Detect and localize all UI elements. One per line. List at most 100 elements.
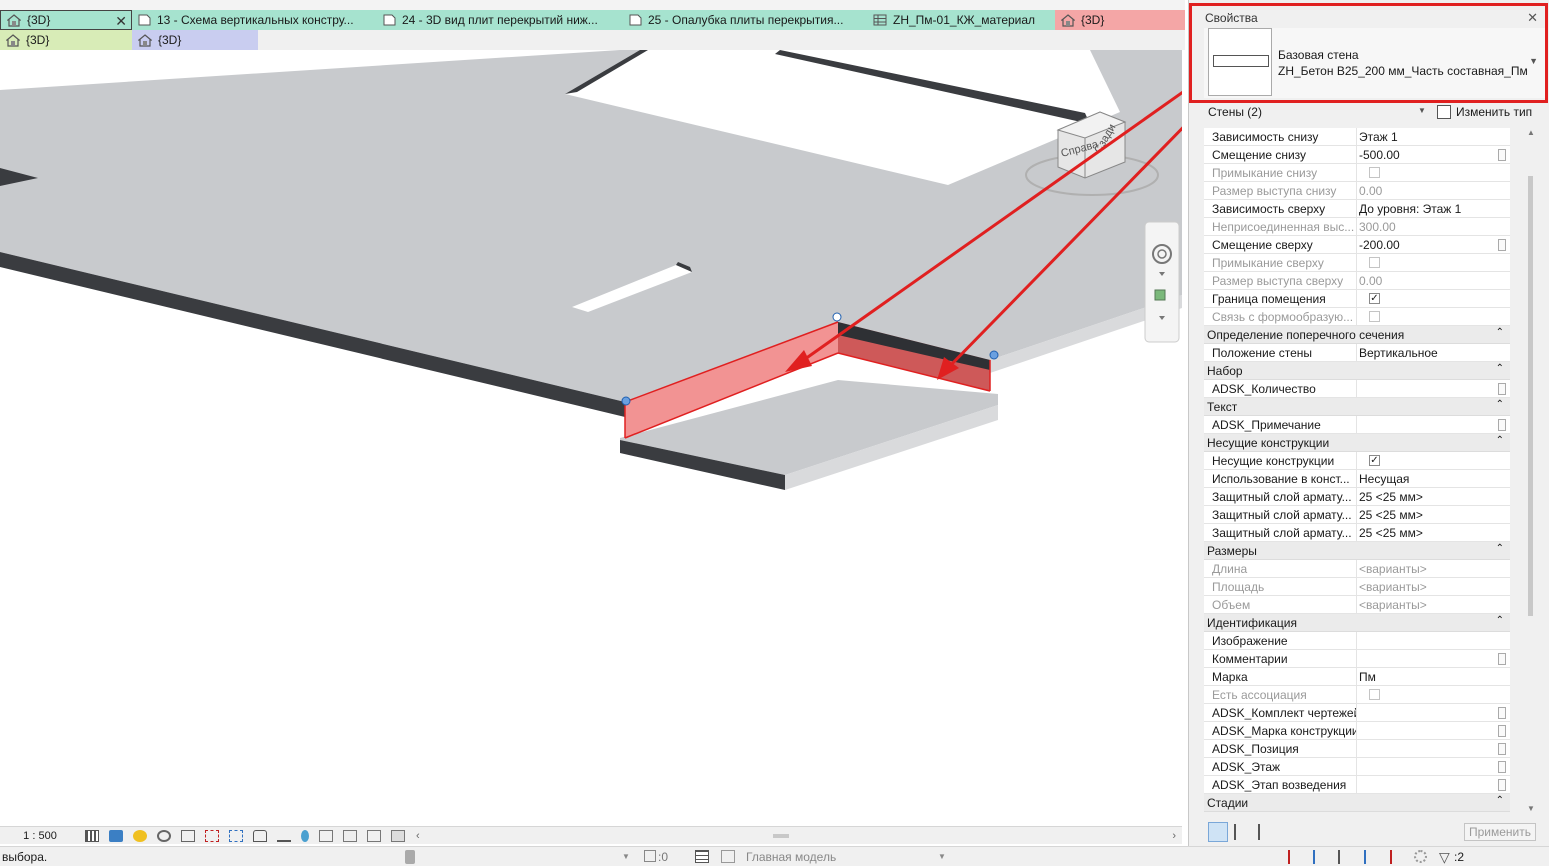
sort-desc-icon[interactable] — [1258, 824, 1272, 840]
worksharing-icon[interactable] — [343, 829, 357, 842]
collapse-icon[interactable]: ⌃ — [1496, 543, 1504, 554]
status-message: выбора. — [2, 850, 48, 864]
crop-view-icon[interactable] — [205, 829, 219, 842]
temp-properties-icon[interactable] — [319, 829, 333, 842]
workset-chevron-icon[interactable]: ▼ — [622, 852, 630, 861]
filter-icon[interactable]: ▽ — [1439, 849, 1450, 866]
3d-viewport[interactable]: Справа Сзади — [0, 50, 1182, 826]
scroll-up-icon[interactable]: ▲ — [1527, 128, 1535, 137]
param-button-icon[interactable] — [1498, 707, 1506, 719]
property-value[interactable]: -200.00 — [1359, 238, 1509, 252]
param-button-icon[interactable] — [1498, 239, 1506, 251]
model-selector[interactable]: Главная модель — [746, 850, 836, 864]
scroll-right-icon[interactable]: › — [1172, 830, 1176, 842]
scroll-thumb[interactable] — [772, 833, 789, 838]
collapse-icon[interactable]: ⌃ — [1496, 435, 1504, 446]
property-group-header[interactable]: Стадии ⌃ — [1204, 794, 1510, 812]
detail-level-icon[interactable] — [85, 829, 99, 842]
view-tab[interactable]: 25 - Опалубка плиты перекрытия... — [623, 10, 867, 30]
scroll-left-icon[interactable]: ‹ — [416, 830, 420, 842]
property-value[interactable]: 25 <25 мм> — [1359, 508, 1509, 522]
scroll-down-icon[interactable]: ▼ — [1527, 804, 1535, 813]
collapse-icon[interactable]: ⌃ — [1496, 615, 1504, 626]
property-value[interactable]: -500.00 — [1359, 148, 1509, 162]
collapse-icon[interactable]: ⌃ — [1496, 363, 1504, 374]
param-button-icon[interactable] — [1498, 779, 1506, 791]
property-row: Зависимость сверху До уровня: Этаж 1 — [1204, 200, 1510, 218]
model-selector-icon[interactable] — [721, 850, 735, 863]
property-value[interactable]: 25 <25 мм> — [1359, 526, 1509, 540]
view-scale[interactable]: 1 : 500 — [0, 830, 80, 842]
property-checkbox[interactable]: ✓ — [1369, 455, 1380, 466]
property-group-header[interactable]: Несущие конструкции ⌃ — [1204, 434, 1510, 452]
view-tab[interactable]: {3D} — [0, 30, 132, 50]
reveal-hidden-icon[interactable] — [301, 829, 309, 842]
select-underlay-icon[interactable] — [1313, 850, 1325, 864]
properties-scrollbar[interactable]: ▲ ▼ — [1525, 128, 1537, 818]
param-button-icon[interactable] — [1498, 383, 1506, 395]
view-tab[interactable]: 13 - Схема вертикальных констру... — [132, 10, 377, 30]
property-checkbox — [1369, 689, 1380, 700]
property-value[interactable]: Несущая — [1359, 472, 1509, 486]
instance-selector[interactable]: Стены (2) — [1208, 105, 1262, 119]
view-tab[interactable]: {3D} — [132, 30, 258, 50]
property-value: 0.00 — [1359, 184, 1383, 198]
property-value[interactable]: Этаж 1 — [1359, 130, 1509, 144]
property-group-header[interactable]: Идентификация ⌃ — [1204, 614, 1510, 632]
param-button-icon[interactable] — [1498, 761, 1506, 773]
model-chevron-icon[interactable]: ▼ — [938, 852, 946, 861]
property-value[interactable]: 25 <25 мм> — [1359, 490, 1509, 504]
shadows-icon[interactable] — [157, 829, 171, 842]
apply-button[interactable]: Применить — [1464, 823, 1536, 841]
param-button-icon[interactable] — [1498, 653, 1506, 665]
property-value[interactable]: До уровня: Этаж 1 — [1359, 202, 1509, 216]
collapse-icon[interactable]: ⌃ — [1496, 795, 1504, 806]
sheet-icon — [138, 14, 157, 26]
property-group-header[interactable]: Набор ⌃ — [1204, 362, 1510, 380]
property-group-header[interactable]: Размеры ⌃ — [1204, 542, 1510, 560]
show-crop-icon[interactable] — [229, 829, 243, 842]
param-button-icon[interactable] — [1498, 419, 1506, 431]
visual-style-icon[interactable] — [109, 829, 123, 842]
design-options-icon[interactable] — [695, 850, 709, 863]
close-tab-icon[interactable]: ✕ — [115, 13, 127, 29]
select-by-face-icon[interactable] — [1364, 850, 1376, 864]
selector-chevron-icon[interactable]: ▼ — [1418, 106, 1426, 115]
sort-asc-icon[interactable] — [1234, 824, 1248, 840]
collapse-icon[interactable]: ⌃ — [1496, 399, 1504, 410]
categorize-icon[interactable] — [1208, 822, 1228, 842]
sun-path-icon[interactable] — [133, 829, 147, 842]
status-bar: выбора. ▼ :0 Главная модель ▼ ▽ :2 — [0, 846, 1549, 866]
horizontal-scrollbar[interactable] — [428, 830, 1165, 842]
temp-hide-icon[interactable] — [277, 830, 291, 842]
highlight-displacement-icon[interactable] — [391, 829, 405, 842]
scroll-thumb[interactable] — [1528, 176, 1533, 616]
background-process-icon[interactable] — [1414, 850, 1427, 863]
view-tab[interactable]: ZH_Пм-01_КЖ_материал — [867, 10, 1055, 30]
rendering-icon[interactable] — [181, 829, 195, 842]
param-button-icon[interactable] — [1498, 743, 1506, 755]
drag-elements-icon[interactable] — [1390, 850, 1402, 864]
select-pinned-icon[interactable] — [1338, 850, 1350, 864]
analytical-model-icon[interactable] — [367, 829, 381, 842]
property-value[interactable]: Вертикальное — [1359, 346, 1509, 360]
param-button-icon[interactable] — [1498, 149, 1506, 161]
view-tab[interactable]: {3D} ✕ — [0, 10, 132, 30]
select-links-icon[interactable] — [1288, 850, 1300, 864]
param-button-icon[interactable] — [1498, 725, 1506, 737]
lock-view-icon[interactable] — [253, 829, 267, 842]
editing-requests-icon[interactable] — [644, 850, 656, 862]
property-row: ADSK_Количество — [1204, 380, 1510, 398]
model-canvas[interactable]: Справа Сзади — [0, 50, 1182, 826]
property-group-header[interactable]: Текст ⌃ — [1204, 398, 1510, 416]
view-tab[interactable]: 24 - 3D вид плит перекрытий ниж... — [377, 10, 623, 30]
navigation-bar[interactable] — [1144, 221, 1180, 343]
property-group-header[interactable]: Определение поперечного сечения ⌃ — [1204, 326, 1510, 344]
property-group-label: Набор — [1207, 364, 1243, 378]
property-name: ADSK_Количество — [1212, 382, 1316, 396]
collapse-icon[interactable]: ⌃ — [1496, 327, 1504, 338]
edit-type-button[interactable]: Изменить тип — [1456, 105, 1532, 119]
property-value[interactable]: Пм — [1359, 670, 1509, 684]
view-tab[interactable]: {3D} — [1055, 10, 1185, 30]
property-checkbox[interactable]: ✓ — [1369, 293, 1380, 304]
